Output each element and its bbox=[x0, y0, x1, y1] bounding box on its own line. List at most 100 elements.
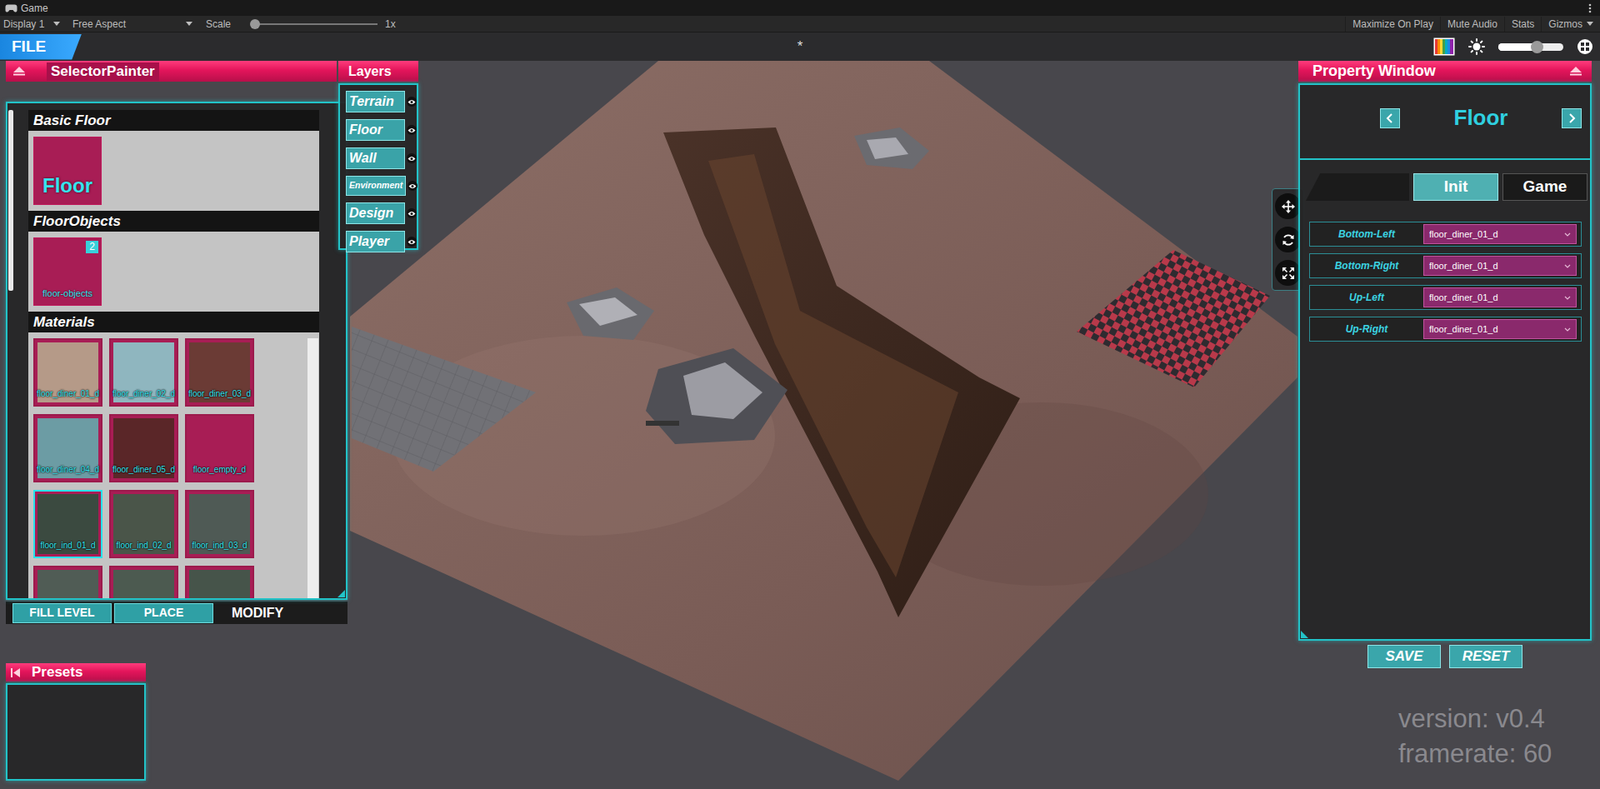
toolbar-button[interactable]: Gizmos bbox=[1540, 16, 1600, 32]
property-tab[interactable]: Init bbox=[1413, 173, 1499, 201]
tab-label: Init bbox=[1444, 175, 1469, 200]
material-tile[interactable]: floor_ind_03_d bbox=[185, 490, 255, 559]
mode-label: PLACE bbox=[144, 604, 184, 622]
category-tile[interactable]: Floor bbox=[33, 136, 102, 205]
eye-icon[interactable] bbox=[407, 180, 418, 191]
layer-label: Floor bbox=[349, 120, 383, 140]
eye-icon[interactable] bbox=[406, 153, 417, 164]
chevron-down-icon bbox=[1564, 327, 1571, 332]
material-tile[interactable] bbox=[109, 565, 179, 599]
material-tile[interactable]: floor_diner_03_d bbox=[185, 338, 255, 407]
material-tile[interactable]: floor_diner_04_d bbox=[33, 414, 103, 483]
material-tile[interactable]: floor_ind_02_d bbox=[109, 490, 179, 559]
material-label: floor_ind_03_d bbox=[186, 539, 253, 552]
move-icon bbox=[1281, 200, 1295, 214]
material-swatch bbox=[113, 570, 175, 599]
object-type: Floor bbox=[1400, 101, 1562, 135]
toolbar-button[interactable]: Maximize On Play bbox=[1345, 16, 1440, 32]
layer-row: Player bbox=[345, 230, 417, 253]
stats-overlay: version: v0.4framerate: 60 bbox=[1398, 701, 1552, 772]
material-label: floor_diner_05_d bbox=[110, 463, 177, 476]
save-button[interactable]: SAVE bbox=[1367, 645, 1441, 669]
material-dropdown[interactable]: floor_diner_01_d bbox=[1423, 224, 1577, 245]
property-label: Bottom-Left bbox=[1310, 226, 1424, 242]
material-tile[interactable]: floor_diner_01_d bbox=[33, 338, 103, 407]
more-options-icon[interactable] bbox=[1588, 3, 1592, 14]
section-items: Floor bbox=[28, 130, 320, 211]
aspect-dropdown[interactable]: Free Aspect bbox=[69, 16, 196, 32]
collapse-icon[interactable] bbox=[1570, 66, 1582, 76]
material-dropdown[interactable]: floor_diner_01_d bbox=[1423, 287, 1577, 308]
panel-title: Presets bbox=[31, 661, 83, 684]
property-label: Up-Left bbox=[1310, 290, 1424, 305]
group-tile[interactable]: floor-objects2 bbox=[33, 237, 102, 306]
layer-label: Player bbox=[349, 231, 390, 252]
scrollbar[interactable] bbox=[8, 110, 14, 291]
property-row: Up-Rightfloor_diner_01_d bbox=[1309, 316, 1582, 342]
mode-button[interactable]: PLACE bbox=[114, 603, 214, 624]
material-dropdown[interactable]: floor_diner_01_d bbox=[1423, 319, 1577, 340]
panel-title: SelectorPainter bbox=[46, 62, 160, 81]
eye-icon[interactable] bbox=[406, 208, 417, 219]
material-swatch bbox=[37, 570, 99, 599]
layer-button[interactable]: Floor bbox=[345, 119, 405, 141]
next-button[interactable] bbox=[1561, 108, 1582, 129]
material-tile[interactable] bbox=[185, 565, 255, 599]
material-dropdown[interactable]: floor_diner_01_d bbox=[1423, 255, 1577, 276]
scale-tool-button[interactable] bbox=[1275, 260, 1301, 286]
tab-title: Game bbox=[20, 0, 49, 16]
reset-button[interactable]: RESET bbox=[1449, 645, 1523, 669]
rotate-icon bbox=[1281, 233, 1295, 247]
panel-body: FloorInitGameBottom-Leftfloor_diner_01_d… bbox=[1298, 83, 1592, 641]
eye-icon[interactable] bbox=[406, 125, 417, 135]
materials-area: floor_diner_01_dfloor_diner_02_dfloor_di… bbox=[28, 332, 320, 599]
layer-label: Wall bbox=[349, 148, 377, 169]
section-title: Materials bbox=[28, 311, 320, 333]
property-row: Up-Leftfloor_diner_01_d bbox=[1309, 285, 1582, 310]
property-tab[interactable]: Game bbox=[1502, 173, 1588, 201]
eye-icon[interactable] bbox=[406, 236, 417, 247]
material-tile[interactable]: floor_diner_05_d bbox=[109, 414, 179, 483]
file-menu-button[interactable]: FILE bbox=[0, 34, 82, 60]
resize-icon[interactable] bbox=[337, 590, 345, 598]
game-tab[interactable]: Game bbox=[5, 0, 49, 16]
resize-icon[interactable] bbox=[1300, 630, 1309, 639]
scale-slider[interactable] bbox=[252, 23, 378, 25]
material-label: floor_diner_04_d bbox=[35, 463, 101, 476]
game-view-toolbar: Display 1Free AspectScale1xMaximize On P… bbox=[0, 15, 1600, 33]
layers-panel: LayersTerrainFloorWallEnvironmentDesignP… bbox=[338, 60, 419, 250]
material-tile[interactable] bbox=[33, 565, 103, 599]
dropdown-arrow-icon bbox=[1586, 21, 1594, 26]
layer-label: Terrain bbox=[349, 91, 395, 112]
toolbar-button-label: Maximize On Play bbox=[1352, 16, 1434, 32]
section-title: FloorObjects bbox=[28, 210, 320, 232]
eye-icon[interactable] bbox=[406, 96, 417, 107]
material-label: floor_diner_01_d bbox=[35, 387, 101, 400]
view-options: Maximize On Play Mute AudioStatsGizmos bbox=[1345, 16, 1600, 32]
mode-button[interactable]: MODIFY bbox=[230, 602, 285, 625]
layer-button[interactable]: Terrain bbox=[345, 90, 405, 113]
tile-label: Floor bbox=[34, 170, 101, 201]
material-tile[interactable]: floor_empty_d bbox=[185, 414, 255, 483]
mode-button[interactable]: FILL LEVEL bbox=[12, 603, 112, 624]
move-tool-button[interactable] bbox=[1275, 193, 1301, 220]
previous-button[interactable] bbox=[1380, 108, 1400, 129]
button-label: SAVE bbox=[1385, 645, 1423, 668]
color-palette-icon[interactable] bbox=[1433, 37, 1455, 56]
material-tile[interactable]: floor_diner_02_d bbox=[109, 338, 179, 407]
layer-button[interactable]: Wall bbox=[345, 147, 405, 170]
settings-icon[interactable] bbox=[1576, 38, 1594, 55]
toolbar-button[interactable]: Stats bbox=[1504, 16, 1541, 32]
material-tile[interactable]: floor_ind_01_d bbox=[33, 490, 103, 559]
display-dropdown[interactable]: Display 1 bbox=[0, 16, 64, 32]
scrollbar[interactable] bbox=[307, 338, 319, 599]
toolbar-button[interactable]: Mute Audio bbox=[1440, 16, 1505, 32]
layer-button[interactable]: Player bbox=[345, 230, 405, 253]
rotate-tool-button[interactable] bbox=[1275, 226, 1301, 253]
collapse-left-icon[interactable] bbox=[10, 668, 20, 678]
brightness-slider[interactable] bbox=[1498, 43, 1564, 51]
collapse-icon[interactable] bbox=[13, 66, 25, 76]
layer-button[interactable]: Design bbox=[345, 202, 405, 225]
layer-button[interactable]: Environment bbox=[345, 175, 406, 196]
property-actions: SAVE RESET bbox=[1298, 645, 1592, 669]
